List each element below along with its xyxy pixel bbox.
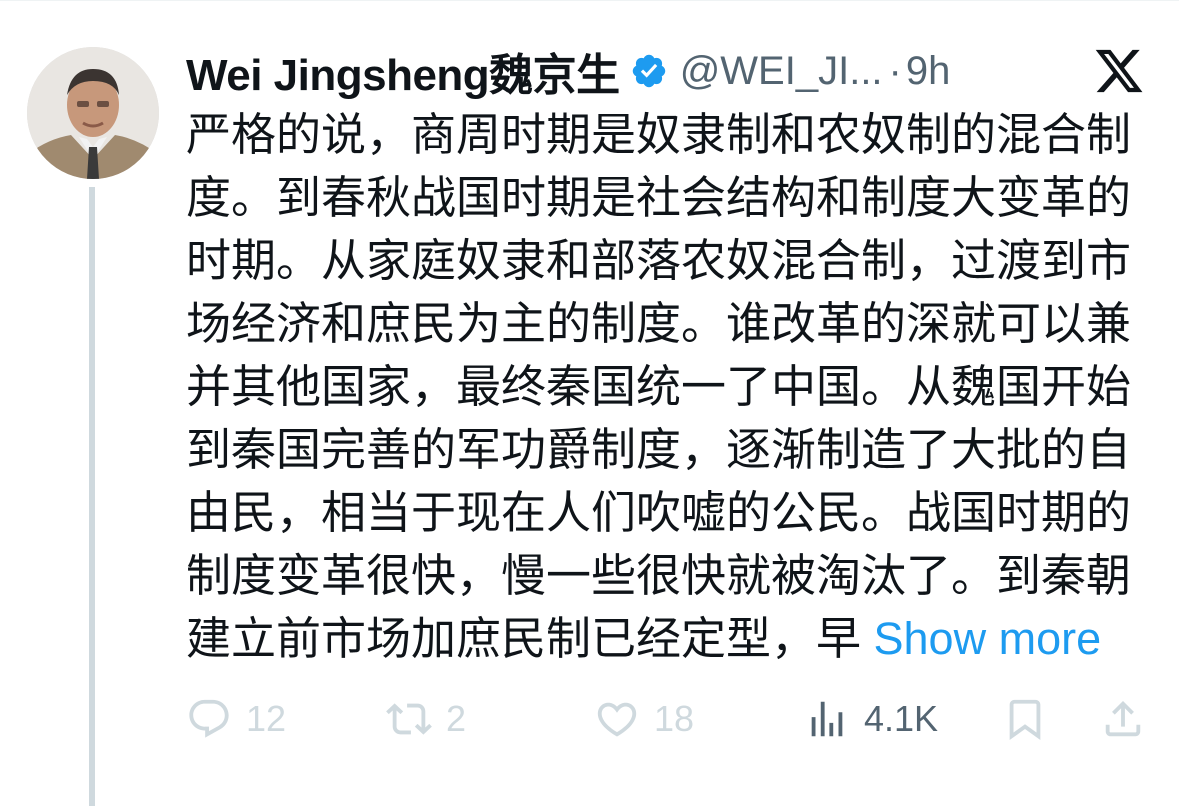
avatar[interactable] xyxy=(27,47,159,179)
author-handle[interactable]: @WEI_JI... xyxy=(680,49,883,94)
reply-count: 12 xyxy=(246,698,287,739)
show-more-link[interactable]: Show more xyxy=(874,613,1102,664)
timestamp[interactable]: 9h xyxy=(906,49,951,94)
author-name[interactable]: Wei Jingsheng魏京生 xyxy=(186,39,620,103)
tweet-body: 严格的说，商周时期是奴隶制和农奴制的混合制度。到春秋战国时期是社会结构和制度大变… xyxy=(186,109,1132,664)
views-count: 4.1K xyxy=(864,698,939,739)
share-button[interactable] xyxy=(1100,691,1146,747)
reply-icon xyxy=(189,699,229,738)
views-icon xyxy=(811,701,843,737)
retweet-count: 2 xyxy=(446,698,467,739)
reply-button[interactable]: 12 xyxy=(186,691,286,747)
retweet-button[interactable]: 2 xyxy=(386,691,466,747)
bookmark-button[interactable] xyxy=(1002,691,1048,747)
tweet-header: Wei Jingsheng魏京生 @WEI_JI... · 9h xyxy=(186,41,1079,101)
views-button[interactable]: 4.1K xyxy=(804,691,938,747)
avatar-photo-icon xyxy=(27,47,159,179)
bookmark-icon xyxy=(1009,699,1041,740)
verified-badge-icon xyxy=(632,54,665,88)
share-icon xyxy=(1105,700,1141,737)
tweet-text: 严格的说，商周时期是奴隶制和农奴制的混合制度。到春秋战国时期是社会结构和制度大变… xyxy=(186,103,1146,670)
thread-line xyxy=(89,187,95,806)
tweet-card[interactable]: Wei Jingsheng魏京生 @WEI_JI... · 9h 严格的说，商周… xyxy=(0,0,1179,806)
action-bar: 12 2 18 4.1K xyxy=(186,691,1146,747)
like-count: 18 xyxy=(654,698,695,739)
like-button[interactable]: 18 xyxy=(594,691,694,747)
x-logo-icon[interactable] xyxy=(1093,45,1145,97)
separator-dot: · xyxy=(888,48,902,93)
retweet-icon xyxy=(386,703,432,735)
heart-icon xyxy=(597,702,637,737)
